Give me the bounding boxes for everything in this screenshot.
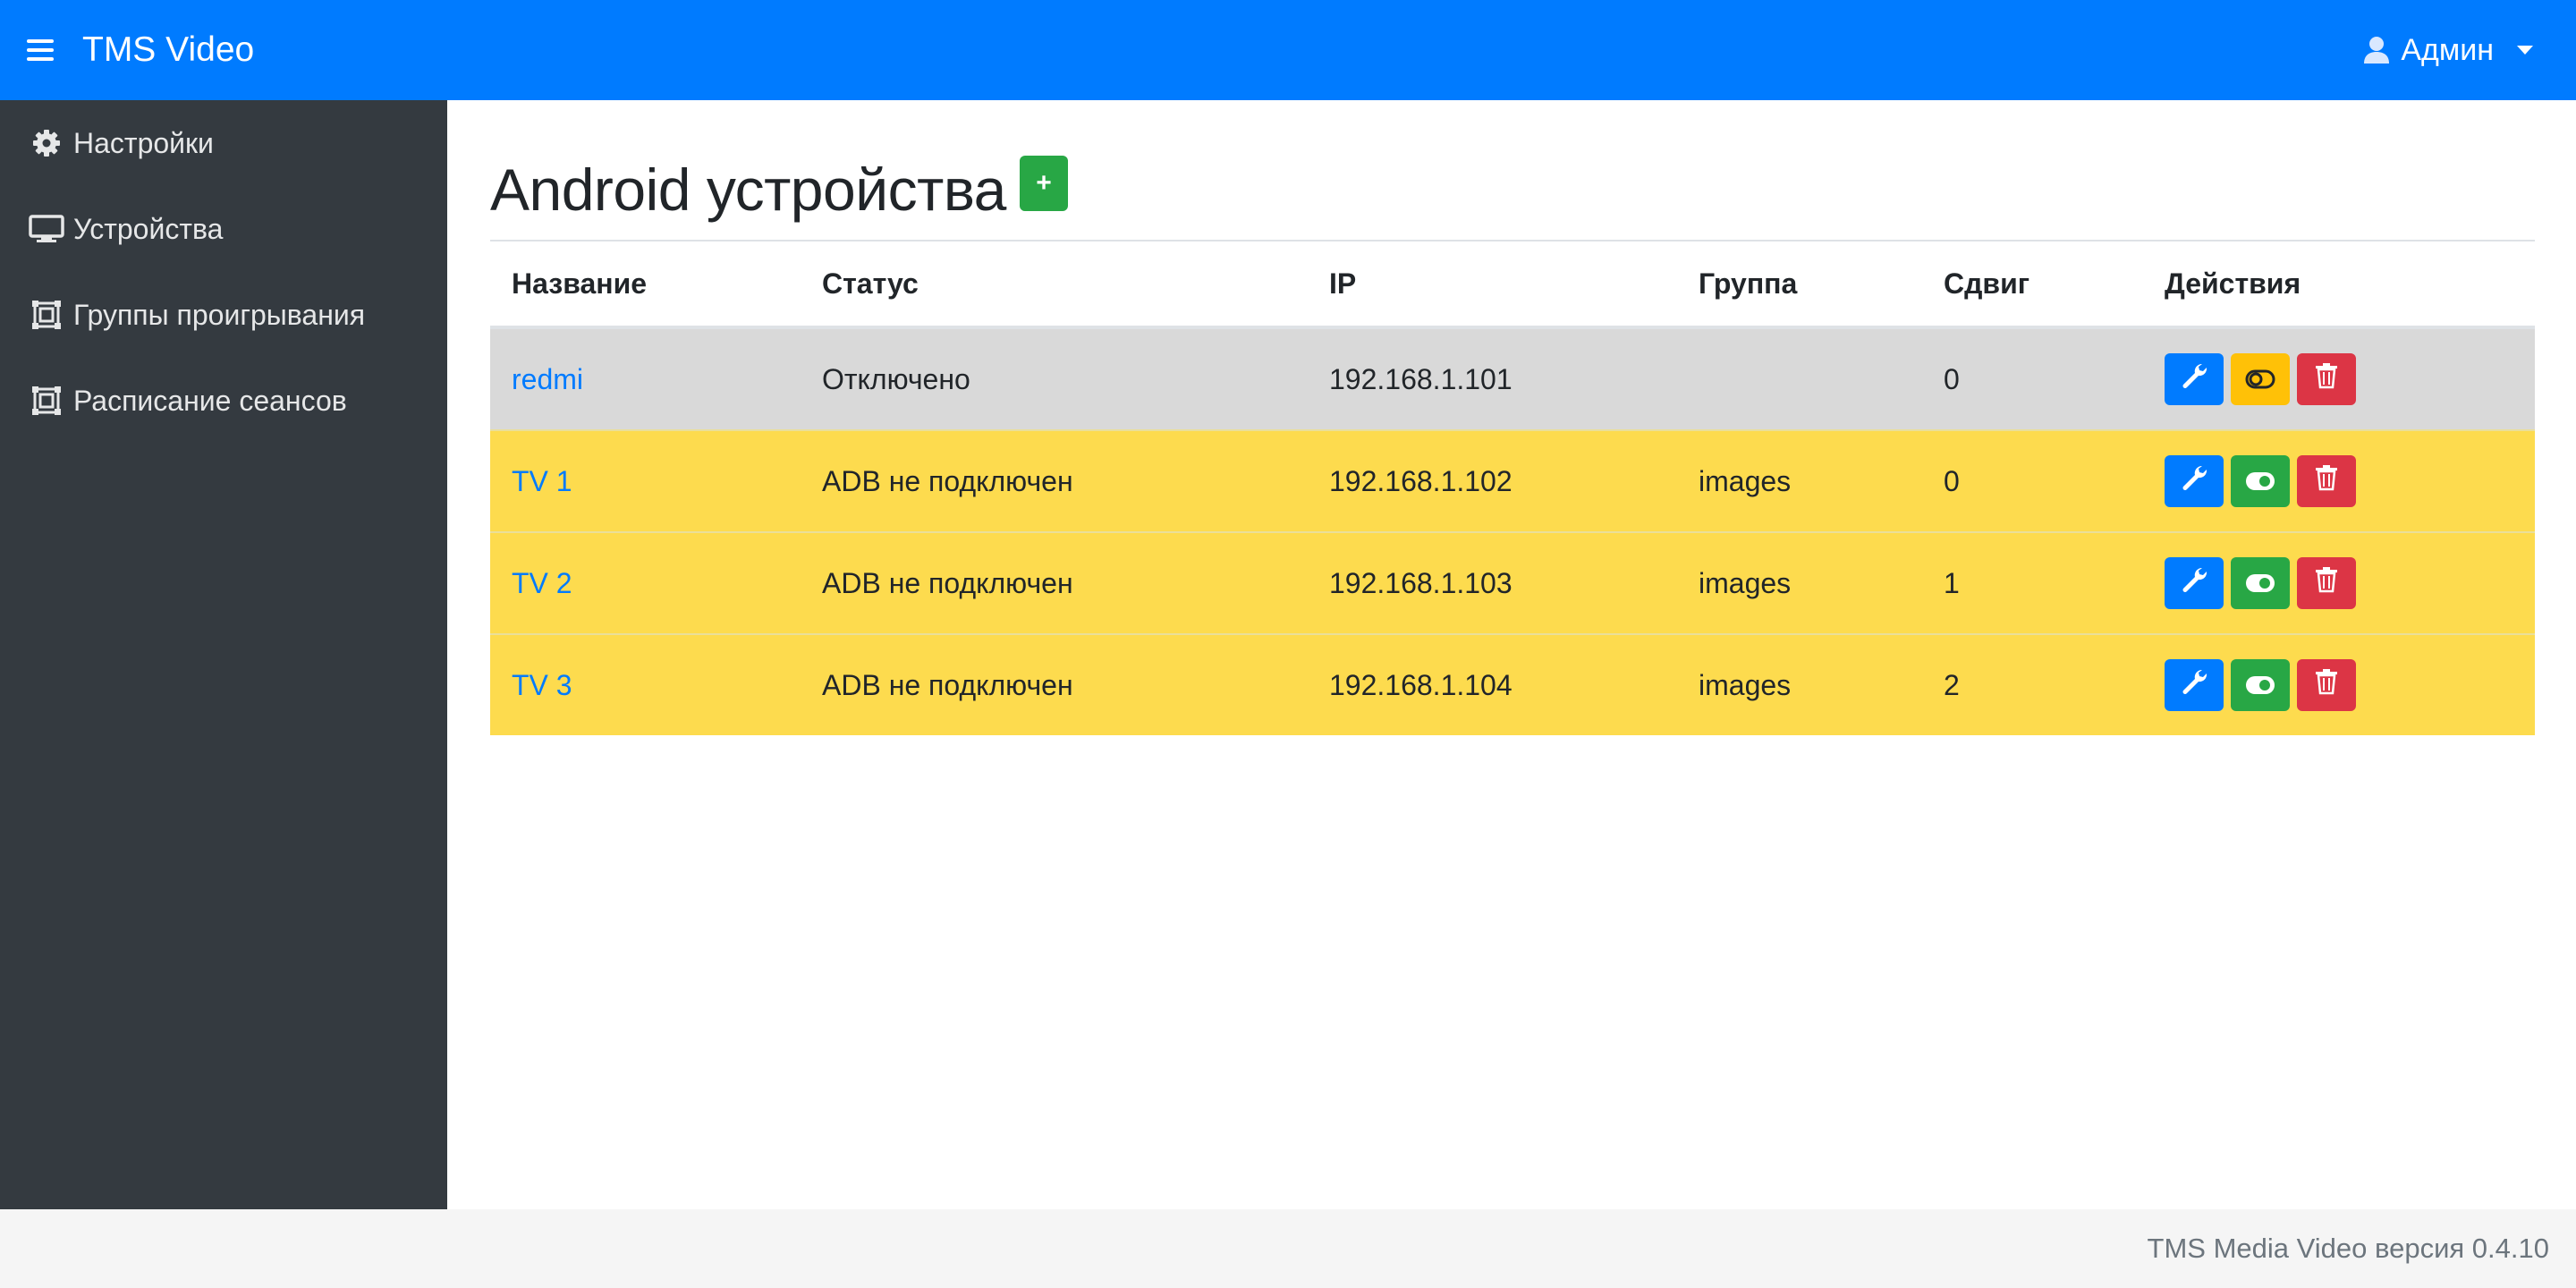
edit-button[interactable] [2165, 659, 2224, 711]
cell-name: redmi [490, 327, 801, 430]
chevron-down-icon [2517, 46, 2533, 55]
cell-status: Отключено [801, 327, 1308, 430]
cell-status: ADB не подключен [801, 429, 1308, 532]
cell-ip: 192.168.1.101 [1308, 327, 1677, 430]
table-row: TV 2 ADB не подключен 192.168.1.103 images 1 [490, 531, 2535, 634]
delete-button[interactable] [2297, 557, 2356, 609]
toggle-on-icon [2245, 567, 2275, 600]
column-header-name[interactable]: Название [490, 242, 801, 329]
top-navbar: TMS Video Админ [0, 0, 2576, 100]
device-link[interactable]: TV 3 [512, 669, 572, 701]
cell-name: TV 1 [490, 429, 801, 532]
cell-group: images [1677, 531, 1922, 634]
sidebar-item-schedule[interactable]: Расписание сеансов [0, 358, 447, 444]
wrench-icon [2181, 464, 2207, 498]
frame-icon [29, 301, 64, 329]
device-link[interactable]: redmi [512, 363, 583, 395]
main-content: Android устройства + Название Статус IP … [447, 100, 2576, 1209]
table-row: TV 3 ADB не подключен 192.168.1.104 images 2 [490, 633, 2535, 735]
cell-status: ADB не подключен [801, 531, 1308, 634]
table-row: TV 1 ADB не подключен 192.168.1.102 images 0 [490, 429, 2535, 532]
toggle-on-button[interactable] [2231, 557, 2290, 609]
toggle-on-icon [2245, 465, 2275, 498]
wrench-icon [2181, 668, 2207, 702]
column-header-group[interactable]: Группа [1677, 242, 1922, 329]
cell-actions [2143, 633, 2535, 735]
delete-button[interactable] [2297, 353, 2356, 405]
toggle-on-button[interactable] [2231, 455, 2290, 507]
cell-actions [2143, 531, 2535, 634]
wrench-icon [2181, 362, 2207, 396]
delete-button[interactable] [2297, 455, 2356, 507]
cell-name: TV 3 [490, 633, 801, 735]
toggle-off-icon [2245, 363, 2275, 396]
wrench-icon [2181, 566, 2207, 600]
toggle-on-button[interactable] [2231, 659, 2290, 711]
sidebar-item-label: Настройки [73, 126, 214, 159]
cell-name: TV 2 [490, 531, 801, 634]
device-link[interactable]: TV 2 [512, 567, 572, 599]
user-icon [2363, 36, 2390, 64]
cell-ip: 192.168.1.104 [1308, 633, 1677, 735]
table-row: redmi Отключено 192.168.1.101 0 [490, 327, 2535, 430]
sidebar-item-settings[interactable]: Настройки [0, 100, 447, 186]
brand-title[interactable]: TMS Video [82, 0, 254, 100]
column-header-status[interactable]: Статус [801, 242, 1308, 329]
cell-actions [2143, 327, 2535, 430]
column-header-shift[interactable]: Сдвиг [1922, 242, 2143, 329]
devices-table: Название Статус IP Группа Сдвиг Действия… [490, 242, 2535, 735]
delete-button[interactable] [2297, 659, 2356, 711]
trash-icon [2315, 668, 2338, 702]
page-title: Android устройства [490, 157, 1006, 223]
column-header-actions: Действия [2143, 242, 2535, 329]
edit-button[interactable] [2165, 455, 2224, 507]
cell-group: images [1677, 429, 1922, 532]
cell-ip: 192.168.1.102 [1308, 429, 1677, 532]
user-menu[interactable]: Админ [2363, 0, 2533, 100]
user-name: Админ [2401, 32, 2494, 67]
sidebar-item-devices[interactable]: Устройства [0, 186, 447, 272]
edit-button[interactable] [2165, 557, 2224, 609]
cell-shift: 0 [1922, 429, 2143, 532]
device-link[interactable]: TV 1 [512, 465, 572, 497]
cell-group [1677, 327, 1922, 430]
table-header-row: Название Статус IP Группа Сдвиг Действия [490, 242, 2535, 329]
sidebar-item-label: Устройства [73, 212, 224, 245]
trash-icon [2315, 362, 2338, 396]
version-text: TMS Media Video версия 0.4.10 [2147, 1233, 2549, 1264]
column-header-ip[interactable]: IP [1308, 242, 1677, 329]
sidebar: Настройки Устройства Группы проигрывания [0, 100, 447, 1209]
cell-ip: 192.168.1.103 [1308, 531, 1677, 634]
cell-status: ADB не подключен [801, 633, 1308, 735]
trash-icon [2315, 464, 2338, 498]
trash-icon [2315, 566, 2338, 600]
frame-icon [29, 386, 64, 415]
gear-icon [29, 129, 64, 157]
cell-group: images [1677, 633, 1922, 735]
cell-shift: 0 [1922, 327, 2143, 430]
sidebar-item-play-groups[interactable]: Группы проигрывания [0, 272, 447, 358]
edit-button[interactable] [2165, 353, 2224, 405]
sidebar-item-label: Группы проигрывания [73, 298, 366, 331]
hamburger-icon[interactable] [27, 39, 54, 61]
add-device-button[interactable]: + [1020, 156, 1068, 211]
cell-shift: 1 [1922, 531, 2143, 634]
sidebar-item-label: Расписание сеансов [73, 384, 347, 417]
cell-actions [2143, 429, 2535, 532]
toggle-off-button[interactable] [2231, 353, 2290, 405]
cell-shift: 2 [1922, 633, 2143, 735]
monitor-icon [29, 215, 64, 243]
footer: TMS Media Video версия 0.4.10 [0, 1209, 2576, 1288]
toggle-on-icon [2245, 669, 2275, 702]
